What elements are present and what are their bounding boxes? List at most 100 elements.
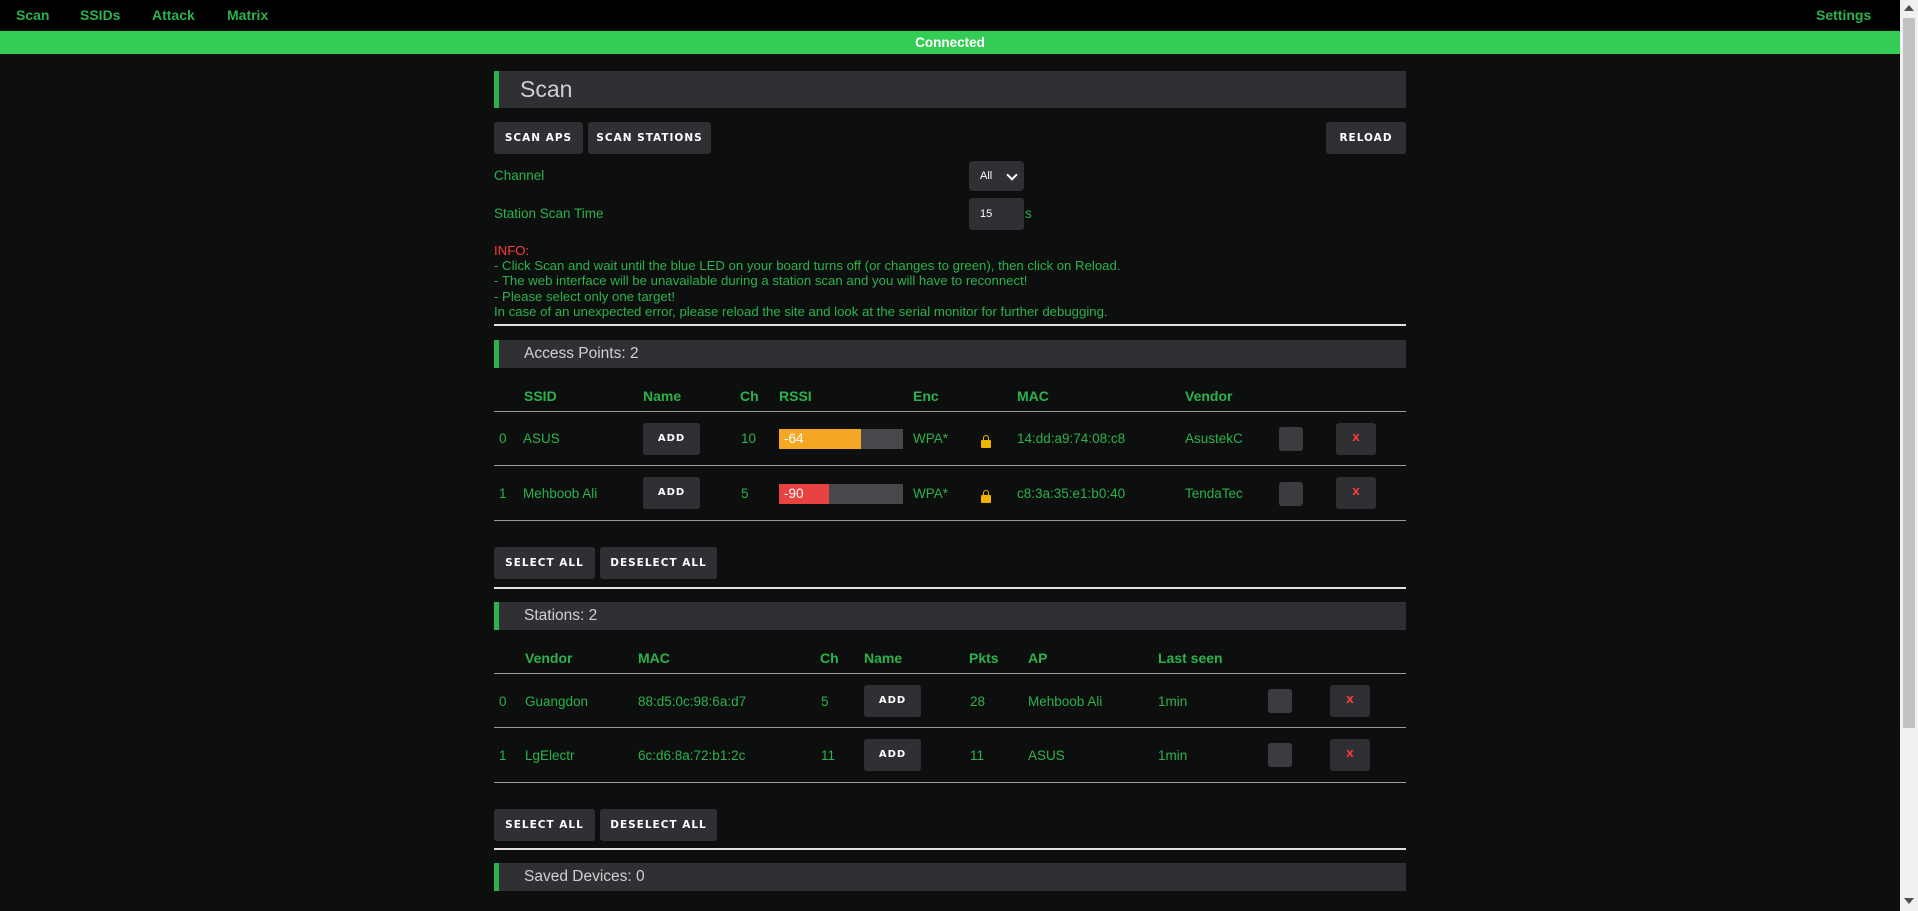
ap-mac: c8:3a:35:e1:b0:40 bbox=[1017, 486, 1126, 501]
info-line: - The web interface will be unavailable … bbox=[494, 273, 1028, 289]
row-index: 1 bbox=[499, 486, 507, 501]
select-checkbox[interactable] bbox=[1268, 743, 1292, 767]
col-mac: MAC bbox=[638, 650, 670, 666]
stations-deselect-all-button[interactable]: DESELECT ALL bbox=[600, 809, 717, 841]
nav-settings[interactable]: Settings bbox=[1816, 7, 1871, 23]
row-divider bbox=[494, 782, 1406, 783]
col-pkts: Pkts bbox=[969, 650, 999, 666]
select-checkbox[interactable] bbox=[1279, 427, 1303, 451]
page-scrollbar[interactable] bbox=[1900, 0, 1918, 911]
row-index: 0 bbox=[499, 431, 507, 446]
col-enc: Enc bbox=[913, 388, 939, 404]
row-divider bbox=[494, 727, 1406, 728]
select-checkbox[interactable] bbox=[1268, 689, 1292, 713]
nav-ssids[interactable]: SSIDs bbox=[80, 7, 120, 23]
station-scan-time-label: Station Scan Time bbox=[494, 206, 604, 221]
col-ap: AP bbox=[1028, 650, 1048, 666]
add-name-button[interactable]: ADD bbox=[643, 477, 700, 509]
top-nav: Scan SSIDs Attack Matrix Settings bbox=[0, 0, 1900, 30]
station-mac: 88:d5:0c:98:6a:d7 bbox=[638, 694, 747, 709]
saved-devices-header: Saved Devices: 0 bbox=[494, 863, 1406, 891]
delete-button[interactable]: X bbox=[1330, 685, 1370, 717]
col-ssid: SSID bbox=[524, 388, 557, 404]
ap-vendor: AsustekC bbox=[1185, 431, 1243, 446]
row-divider bbox=[494, 411, 1406, 412]
ap-ssid: Mehboob Ali bbox=[523, 486, 598, 501]
divider bbox=[494, 587, 1406, 589]
station-vendor: Guangdon bbox=[525, 694, 589, 709]
col-name: Name bbox=[864, 650, 903, 666]
channel-label: Channel bbox=[494, 168, 545, 183]
scroll-up-icon[interactable] bbox=[1904, 5, 1914, 11]
chevron-down-icon bbox=[1006, 169, 1018, 181]
delete-button[interactable]: X bbox=[1330, 739, 1370, 771]
col-vendor: Vendor bbox=[1185, 388, 1233, 404]
access-points-header: Access Points: 2 bbox=[494, 340, 1406, 368]
station-last-seen: 1min bbox=[1158, 748, 1188, 763]
info-box: INFO: - Click Scan and wait until the bl… bbox=[494, 243, 1406, 319]
row-index: 1 bbox=[499, 748, 507, 763]
info-line: - Please select only one target! bbox=[494, 288, 676, 304]
ap-deselect-all-button[interactable]: DESELECT ALL bbox=[600, 547, 717, 579]
station-mac: 6c:d6:8a:72:b1:2c bbox=[638, 748, 746, 763]
col-name: Name bbox=[643, 388, 682, 404]
lock-icon bbox=[981, 490, 991, 503]
nav-scan[interactable]: Scan bbox=[16, 7, 49, 23]
delete-button[interactable]: X bbox=[1336, 477, 1376, 509]
col-vendor: Vendor bbox=[525, 650, 573, 666]
col-mac: MAC bbox=[1017, 388, 1049, 404]
info-title: INFO: bbox=[494, 243, 530, 258]
station-packets: 11 bbox=[970, 748, 985, 763]
row-divider bbox=[494, 520, 1406, 521]
info-line: - Click Scan and wait until the blue LED… bbox=[494, 258, 1121, 274]
stations-select-all-button[interactable]: SELECT ALL bbox=[494, 809, 595, 841]
rssi-bar: -64 bbox=[779, 429, 903, 449]
ap-channel: 10 bbox=[741, 431, 757, 446]
ap-vendor: TendaTec bbox=[1185, 486, 1243, 501]
station-channel: 11 bbox=[821, 748, 836, 763]
ap-mac: 14:dd:a9:74:08:c8 bbox=[1017, 431, 1126, 446]
station-ap: Mehboob Ali bbox=[1028, 694, 1103, 709]
ap-channel: 5 bbox=[741, 486, 749, 501]
station-last-seen: 1min bbox=[1158, 694, 1188, 709]
nav-attack[interactable]: Attack bbox=[152, 7, 195, 23]
divider bbox=[494, 324, 1406, 326]
scan-stations-button[interactable]: SCAN STATIONS bbox=[588, 122, 711, 154]
rssi-value: -90 bbox=[784, 486, 804, 501]
ap-select-all-button[interactable]: SELECT ALL bbox=[494, 547, 595, 579]
reload-button[interactable]: RELOAD bbox=[1326, 122, 1406, 154]
col-ch: Ch bbox=[740, 388, 759, 404]
station-channel: 5 bbox=[821, 694, 829, 709]
connection-status-bar: Connected bbox=[0, 31, 1900, 54]
ap-encryption: WPA* bbox=[913, 486, 949, 501]
rssi-value: -64 bbox=[784, 431, 804, 446]
rssi-bar: -90 bbox=[779, 484, 903, 504]
stations-header: Stations: 2 bbox=[494, 602, 1406, 630]
page-title: Scan bbox=[494, 71, 1406, 108]
station-vendor: LgElectr bbox=[525, 748, 575, 763]
scroll-down-icon[interactable] bbox=[1904, 898, 1914, 904]
station-ap: ASUS bbox=[1028, 748, 1065, 763]
lock-icon bbox=[981, 435, 991, 448]
station-scan-time-input[interactable]: 15 bbox=[969, 198, 1024, 230]
col-last-seen: Last seen bbox=[1158, 650, 1223, 666]
add-name-button[interactable]: ADD bbox=[864, 685, 921, 717]
station-packets: 28 bbox=[970, 694, 986, 709]
col-ch: Ch bbox=[820, 650, 839, 666]
info-line: In case of an unexpected error, please r… bbox=[494, 303, 1108, 319]
add-name-button[interactable]: ADD bbox=[864, 739, 921, 771]
scan-aps-button[interactable]: SCAN APS bbox=[494, 122, 583, 154]
delete-button[interactable]: X bbox=[1336, 423, 1376, 455]
divider bbox=[494, 848, 1406, 850]
select-checkbox[interactable] bbox=[1279, 482, 1303, 506]
add-name-button[interactable]: ADD bbox=[643, 423, 700, 455]
ap-encryption: WPA* bbox=[913, 431, 949, 446]
scrollbar-thumb[interactable] bbox=[1903, 18, 1915, 728]
col-rssi: RSSI bbox=[779, 388, 812, 404]
channel-select[interactable]: All bbox=[969, 161, 1024, 191]
ap-ssid: ASUS bbox=[523, 431, 560, 446]
row-divider bbox=[494, 465, 1406, 466]
channel-select-value: All bbox=[980, 170, 993, 182]
nav-matrix[interactable]: Matrix bbox=[227, 7, 268, 23]
station-scan-time-unit: s bbox=[1025, 206, 1032, 221]
